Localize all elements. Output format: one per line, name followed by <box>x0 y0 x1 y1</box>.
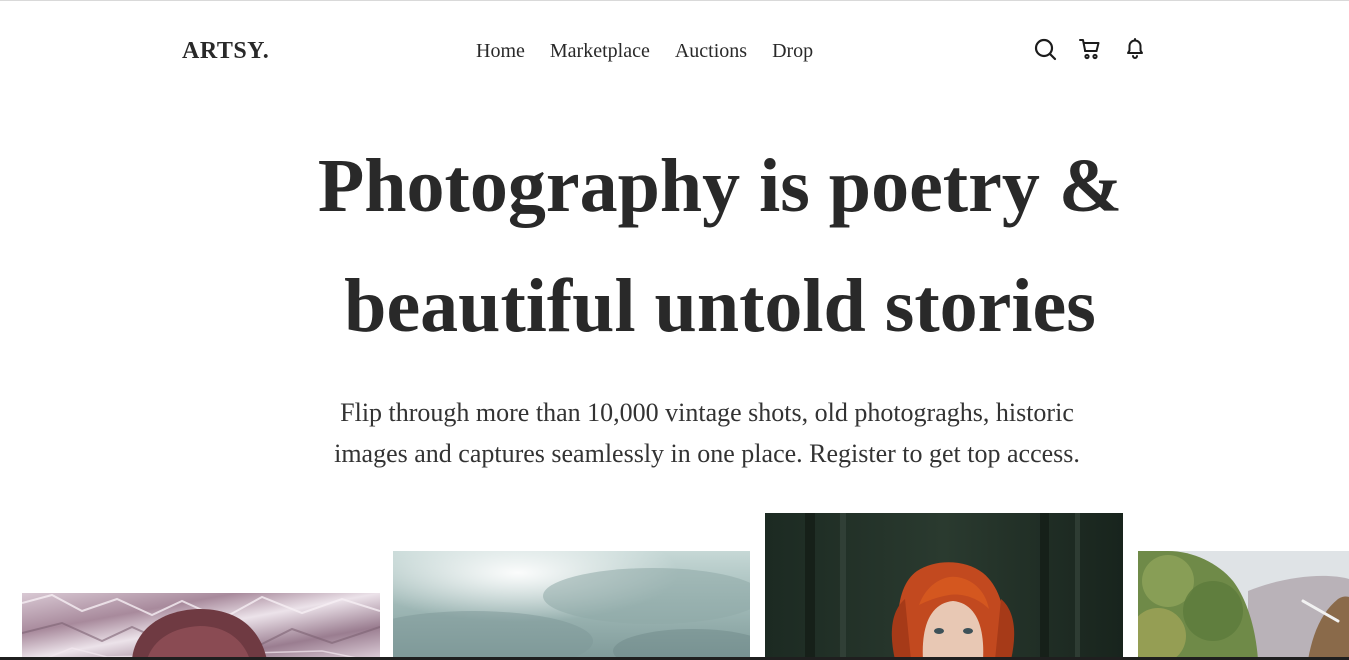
nav-link-drop[interactable]: Drop <box>772 40 813 63</box>
hero-title-line-2: beautiful untold stories <box>344 264 1096 348</box>
nav-link-home[interactable]: Home <box>476 40 525 63</box>
nav-icons <box>1033 37 1147 61</box>
cart-icon[interactable] <box>1078 37 1102 61</box>
nav-link-auctions[interactable]: Auctions <box>675 40 747 63</box>
hero-subtitle: Flip through more than 10,000 vintage sh… <box>300 392 1114 474</box>
brand-logo[interactable]: ARTSY. <box>182 38 269 65</box>
gallery-photo-red-hair-woman[interactable] <box>765 513 1123 660</box>
gallery-photo-portrait-foil[interactable] <box>22 593 380 660</box>
hero-title: Photography is poetry & beautiful untold… <box>180 126 1260 366</box>
gallery-photo-cloudy-sky[interactable] <box>393 551 750 660</box>
nav-link-marketplace[interactable]: Marketplace <box>550 40 650 63</box>
gallery-photo-landscape-animal[interactable] <box>1138 551 1349 660</box>
bell-icon[interactable] <box>1123 37 1147 61</box>
navbar: ARTSY. Home Marketplace Auctions Drop <box>0 0 1349 100</box>
search-icon[interactable] <box>1033 37 1057 61</box>
nav-links: Home Marketplace Auctions Drop <box>476 40 813 63</box>
hero-title-line-1: Photography is poetry & <box>317 144 1123 228</box>
hero-subtitle-line-2: images and captures seamlessly in one pl… <box>334 439 1080 468</box>
hero-subtitle-line-1: Flip through more than 10,000 vintage sh… <box>340 398 1074 427</box>
